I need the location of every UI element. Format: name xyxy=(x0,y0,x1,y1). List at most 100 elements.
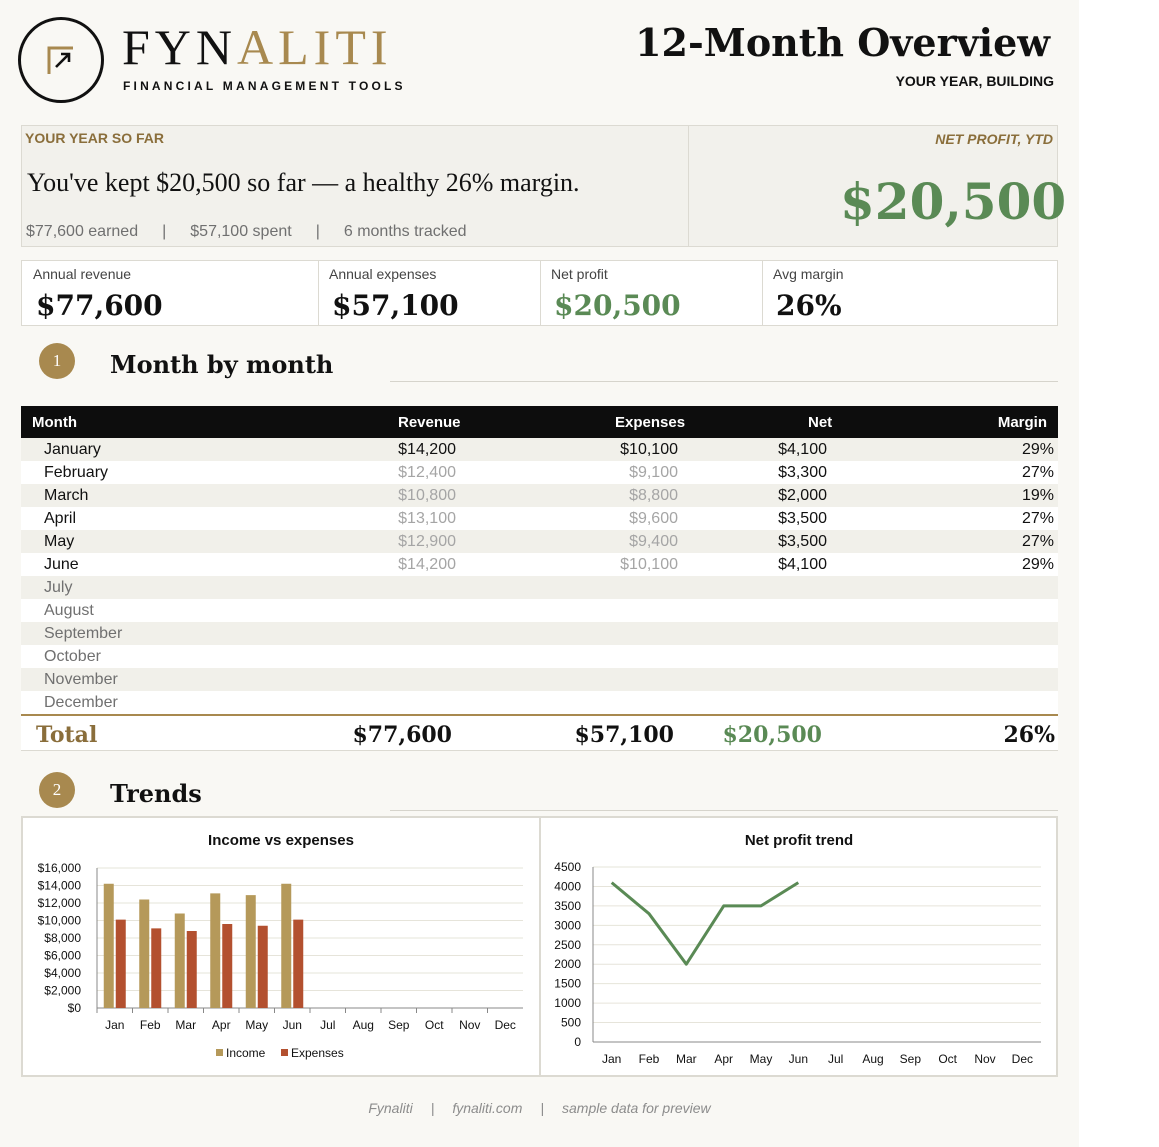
kpi-annual-revenue: Annual revenue $77,600 xyxy=(22,261,318,325)
page-subtitle: YOUR YEAR, BUILDING xyxy=(895,73,1054,89)
y-tick-label: 4500 xyxy=(554,860,581,874)
legend-swatch-expenses xyxy=(281,1049,288,1056)
y-tick-label: $0 xyxy=(68,1001,82,1015)
month-cell: May xyxy=(44,533,75,550)
x-tick-label: Jun xyxy=(283,1018,302,1032)
kpi-value: $77,600 xyxy=(36,289,163,322)
table-row: July xyxy=(21,576,1058,599)
kpi-value: $57,100 xyxy=(332,289,459,322)
column-header: Expenses xyxy=(615,414,686,431)
banner-label: YOUR YEAR SO FAR xyxy=(25,130,164,146)
table-row: April $13,100 $9,600 $3,500 27% xyxy=(21,507,1058,530)
banner-headline: You've kept $20,500 so far — a healthy 2… xyxy=(27,168,580,197)
kpi-label: Avg margin xyxy=(773,266,844,282)
net-cell: $2,000 xyxy=(778,487,827,504)
x-tick-label: May xyxy=(245,1018,268,1032)
charts-panel: Income vs expenses $0 $2,000 $4,000 $6,000 $8… xyxy=(21,816,1058,1077)
footer-separator: | xyxy=(540,1100,545,1116)
chart-title: Income vs expenses xyxy=(208,832,354,849)
y-tick-label: $4,000 xyxy=(44,966,81,980)
x-tick-label: Sep xyxy=(388,1018,410,1032)
net-cell: $3,500 xyxy=(778,533,827,550)
y-tick-label: 1500 xyxy=(554,977,581,991)
column-header: Margin xyxy=(997,414,1047,431)
footer-separator: | xyxy=(430,1100,435,1116)
kpi-avg-margin: Avg margin 26% xyxy=(762,261,1057,325)
expenses-bar xyxy=(115,919,126,1008)
banner-separator: | xyxy=(315,223,320,240)
y-tick-label: 1000 xyxy=(554,996,581,1010)
expenses-cell: $9,400 xyxy=(629,533,678,550)
table-row: December xyxy=(21,691,1058,714)
y-tick-label: 2000 xyxy=(554,957,581,971)
net-cell: $4,100 xyxy=(778,556,827,573)
revenue-cell: $10,800 xyxy=(398,487,456,504)
income-bar xyxy=(174,913,185,1008)
section-rule xyxy=(390,381,1058,382)
x-tick-label: Aug xyxy=(353,1018,374,1032)
total-revenue: $77,600 xyxy=(352,722,452,748)
margin-cell: 19% xyxy=(1021,487,1054,504)
expenses-cell: $9,600 xyxy=(629,510,678,527)
x-tick-label: Nov xyxy=(974,1052,995,1066)
total-margin: 26% xyxy=(1003,722,1055,748)
footer-note: sample data for preview xyxy=(562,1100,711,1116)
kpi-value: 26% xyxy=(776,289,842,322)
table-row: May $12,900 $9,400 $3,500 27% xyxy=(21,530,1058,553)
y-tick-label: $12,000 xyxy=(38,896,82,910)
x-tick-label: Mar xyxy=(175,1018,196,1032)
brand-tagline: FINANCIAL MANAGEMENT TOOLS xyxy=(123,79,406,93)
legend-label-income: Income xyxy=(226,1046,266,1060)
total-label: Total xyxy=(36,722,98,748)
y-tick-label: 3500 xyxy=(554,899,581,913)
month-cell: July xyxy=(44,579,73,596)
margin-cell: 27% xyxy=(1021,533,1054,550)
logo-arrow-icon xyxy=(47,46,73,74)
net-cell: $4,100 xyxy=(778,441,827,458)
revenue-cell: $14,200 xyxy=(398,441,456,458)
revenue-cell: $12,400 xyxy=(398,464,456,481)
x-tick-label: Apr xyxy=(714,1052,733,1066)
month-cell: September xyxy=(44,625,123,642)
net-profit-ytd-value: $20,500 xyxy=(840,172,1067,231)
table-row: January $14,200 $10,100 $4,100 29% xyxy=(21,438,1058,461)
month-cell: March xyxy=(44,487,89,504)
page-title: 12-Month Overview xyxy=(635,20,1050,65)
kpi-strip: Annual revenue $77,600 Annual expenses $… xyxy=(21,260,1058,326)
expenses-bar xyxy=(186,931,197,1008)
expenses-cell: $10,100 xyxy=(620,441,678,458)
footer-link[interactable]: fynaliti.com xyxy=(452,1100,522,1116)
revenue-cell: $12,900 xyxy=(398,533,456,550)
banner-tracked: 6 months tracked xyxy=(343,223,467,240)
month-cell: November xyxy=(44,671,118,688)
expenses-bar xyxy=(293,919,304,1008)
income-bar xyxy=(210,893,221,1008)
x-tick-label: Oct xyxy=(938,1052,957,1066)
brand-name: FYNALITI xyxy=(122,22,393,72)
x-tick-label: Feb xyxy=(140,1018,161,1032)
monthly-table: Month Revenue Expenses Net Margin Januar… xyxy=(21,406,1058,751)
x-tick-label: Aug xyxy=(862,1052,883,1066)
banner-spent: $57,100 spent xyxy=(190,223,292,240)
x-tick-label: May xyxy=(750,1052,773,1066)
kpi-label: Net profit xyxy=(551,266,608,282)
summary-banner: YOUR YEAR SO FAR You've kept $20,500 so … xyxy=(21,125,1066,247)
kpi-net-profit: Net profit $20,500 xyxy=(540,261,762,325)
y-tick-label: $14,000 xyxy=(38,879,82,893)
income-bar xyxy=(103,883,114,1008)
column-header: Net xyxy=(808,414,833,431)
x-tick-label: Nov xyxy=(459,1018,480,1032)
net-profit-ytd-label: NET PROFIT, YTD xyxy=(935,131,1053,147)
y-tick-label: $10,000 xyxy=(38,914,82,928)
kpi-label: Annual revenue xyxy=(33,266,132,282)
x-tick-label: Feb xyxy=(639,1052,660,1066)
y-tick-label: 2500 xyxy=(554,938,581,952)
margin-cell: 29% xyxy=(1021,556,1054,573)
x-tick-label: Jan xyxy=(105,1018,124,1032)
column-header: Revenue xyxy=(398,414,461,431)
kpi-label: Annual expenses xyxy=(329,266,437,282)
section-rule xyxy=(390,810,1058,811)
y-tick-label: $16,000 xyxy=(38,861,82,875)
brand-name-dark: FYN xyxy=(122,19,238,75)
footer: Fynaliti | fynaliti.com | sample data for pr… xyxy=(0,1100,1079,1116)
